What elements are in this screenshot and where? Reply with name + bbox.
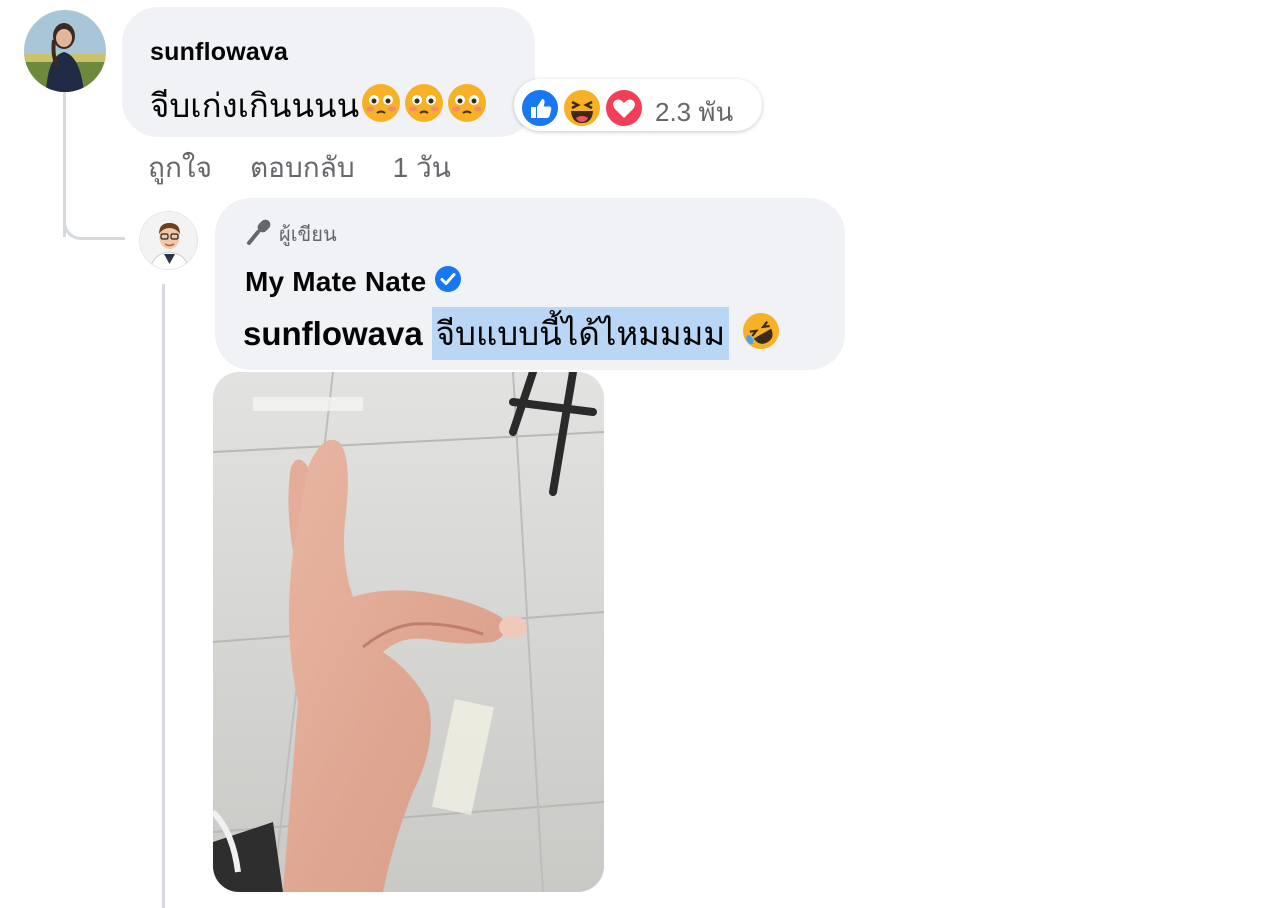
haha-icon (562, 88, 602, 128)
love-icon (604, 88, 644, 128)
author-badge-label: ผู้เขียน (279, 223, 337, 246)
comment-body: จีบเก่งเกินนนน (150, 79, 487, 132)
reply-author-row: My Mate Nate (245, 265, 462, 298)
comment-timestamp[interactable]: 1 วัน (393, 146, 451, 190)
reaction-count: 2.3 พัน (655, 97, 734, 127)
reply-mention[interactable]: sunflowava (243, 315, 423, 353)
flushed-face-icon (361, 83, 401, 128)
reactions-summary[interactable]: 2.3 พัน (514, 79, 762, 131)
reply-body: sunflowava จีบแบบนี้ได้ไหมมมม (243, 307, 781, 360)
rolling-laughing-icon (741, 311, 781, 356)
comment-author[interactable]: sunflowava (150, 38, 288, 67)
flushed-face-icon (447, 83, 487, 128)
hand-gesture-photo[interactable] (213, 372, 604, 892)
reply-action-link[interactable]: ตอบกลับ (250, 146, 355, 190)
like-icon (520, 88, 560, 128)
author-badge: ผู้เขียน (245, 216, 337, 251)
verified-badge-icon (434, 265, 462, 298)
like-action-link[interactable]: ถูกใจ (148, 146, 212, 190)
reply-text: จีบแบบนี้ได้ไหมมมม (431, 307, 730, 360)
flushed-face-icon (404, 83, 444, 128)
microphone-icon (245, 216, 273, 251)
reply-author-avatar[interactable] (139, 211, 198, 270)
comment-bubble: sunflowava จีบเก่งเกินนนน (122, 7, 535, 137)
commenter-avatar[interactable] (24, 10, 106, 92)
reply-bubble: ผู้เขียน My Mate Nate sunflowava จีบแบบน… (215, 198, 845, 370)
thread-line-reply (162, 284, 165, 908)
reply-author[interactable]: My Mate Nate (245, 266, 426, 298)
thread-line-elbow (63, 214, 125, 240)
comment-actions: ถูกใจ ตอบกลับ 1 วัน (148, 146, 451, 190)
comment-text: จีบเก่งเกินนนน (150, 87, 360, 124)
